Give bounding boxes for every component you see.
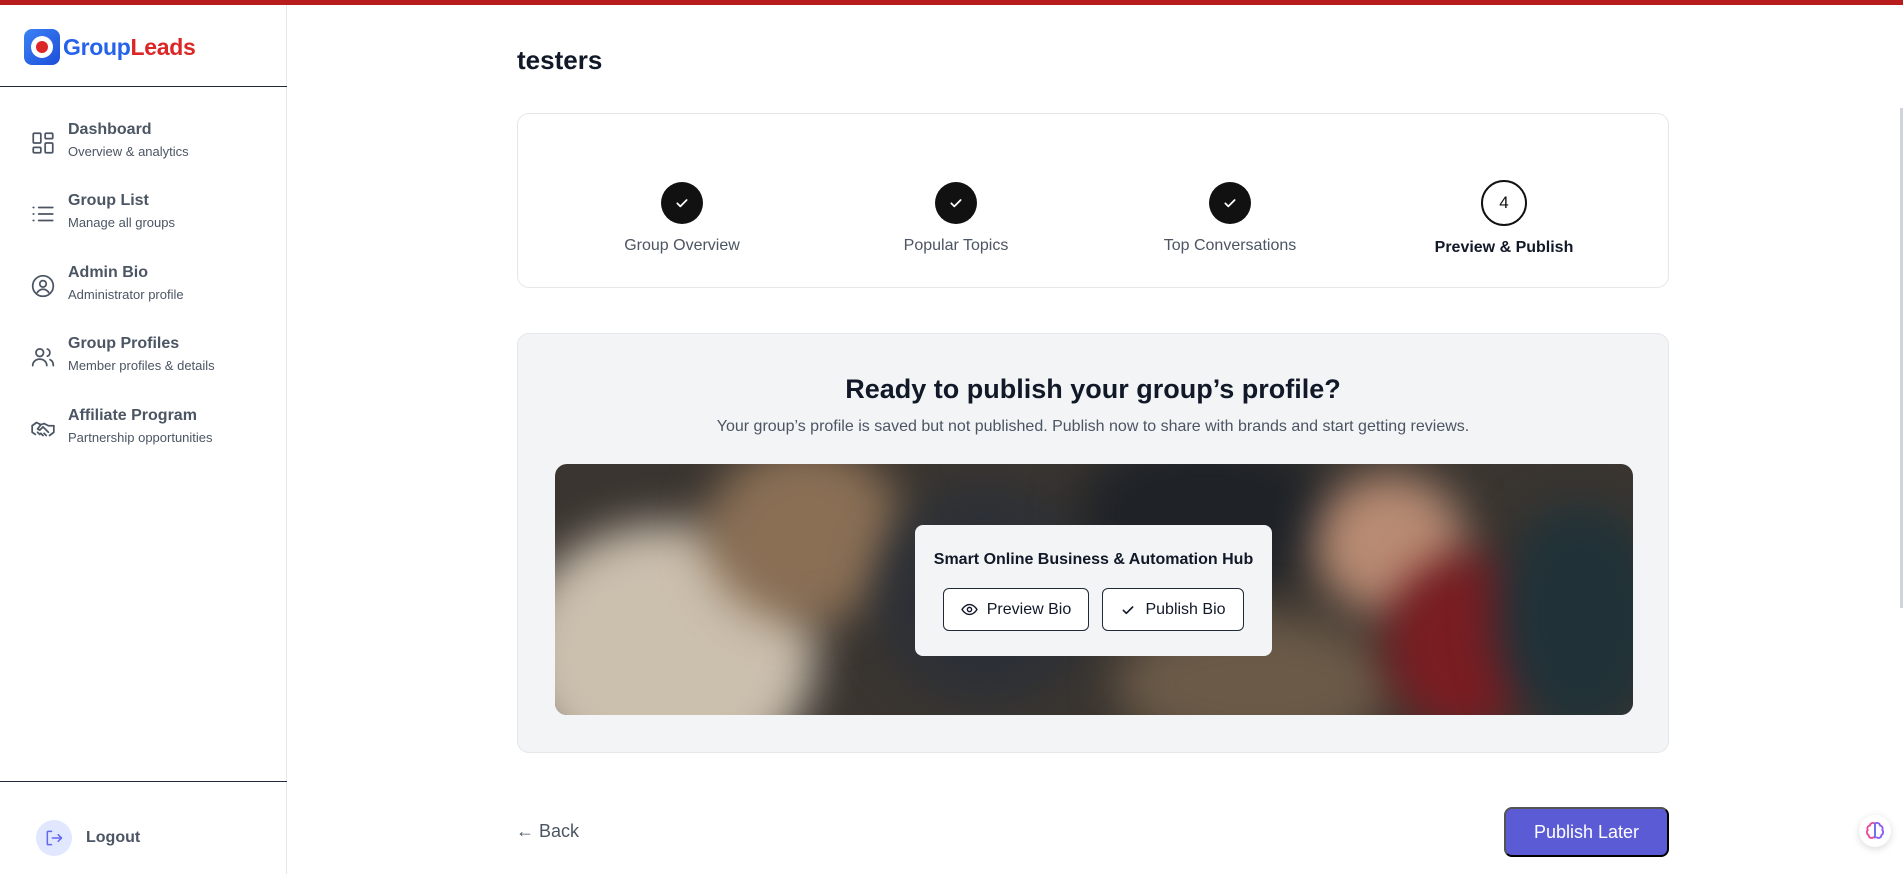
eye-icon [960, 603, 978, 616]
step-top-conversations[interactable]: Top Conversations [1115, 182, 1345, 255]
app-logo[interactable]: GroupLeads [24, 27, 196, 67]
users-icon [31, 348, 55, 367]
sidebar-item-subtitle: Overview & analytics [68, 144, 189, 159]
step-label: Group Overview [624, 237, 740, 254]
sidebar-item-dashboard[interactable]: Dashboard Overview & analytics [30, 120, 270, 172]
logo-text-part2: Leads [130, 33, 196, 60]
publish-heading: Ready to publish your group’s profile? [845, 374, 1341, 404]
sidebar: GroupLeads Dashboard Overview & analytic… [0, 5, 287, 874]
sidebar-item-group-profiles[interactable]: Group Profiles Member profiles & details [30, 334, 270, 386]
publish-description: Your group’s profile is saved but not pu… [716, 418, 1470, 435]
sidebar-item-group-list[interactable]: Group List Manage all groups [30, 191, 270, 243]
group-name: Smart Online Business & Automation Hub [933, 551, 1254, 568]
sidebar-item-title: Group List [68, 192, 149, 209]
brain-icon [1865, 822, 1885, 839]
logout-icon [36, 820, 72, 856]
preview-bio-button[interactable]: Preview Bio [943, 588, 1089, 631]
handshake-icon [31, 421, 55, 437]
logo-icon [24, 29, 60, 65]
publish-bio-label: Publish Bio [1145, 600, 1226, 618]
assistant-button[interactable] [1859, 815, 1891, 847]
step-complete-indicator [1209, 182, 1251, 224]
check-icon [1123, 605, 1134, 614]
step-label: Popular Topics [903, 237, 1009, 254]
sidebar-divider-bottom [0, 781, 287, 782]
list-icon [32, 206, 54, 222]
sidebar-item-title: Affiliate Program [68, 407, 197, 424]
check-icon [676, 199, 688, 208]
progress-stepper: Group Overview Popular Topics Top Conver… [517, 113, 1669, 288]
grid-icon [32, 132, 54, 154]
publish-card: Ready to publish your group’s profile? Y… [517, 333, 1669, 753]
step-group-overview[interactable]: Group Overview [567, 182, 797, 255]
back-link[interactable]: ← Back [516, 821, 579, 842]
sidebar-item-admin-bio[interactable]: Admin Bio Administrator profile [30, 263, 270, 315]
step-label: Preview & Publish [1434, 239, 1574, 256]
logout-button[interactable]: Logout [36, 820, 140, 856]
sidebar-item-title: Dashboard [68, 121, 152, 138]
step-popular-topics[interactable]: Popular Topics [841, 182, 1071, 255]
sidebar-item-title: Admin Bio [68, 264, 148, 281]
logo-text: GroupLeads [63, 33, 196, 61]
publish-later-button[interactable]: Publish Later [1504, 807, 1669, 857]
step-complete-indicator [661, 182, 703, 224]
publish-bio-button[interactable]: Publish Bio [1102, 588, 1244, 631]
publish-panel: Smart Online Business & Automation Hub P… [915, 525, 1272, 656]
hero-background-image: Smart Online Business & Automation Hub P… [555, 464, 1633, 715]
step-number-indicator: 4 [1481, 180, 1527, 226]
logout-label: Logout [86, 829, 141, 846]
step-label: Top Conversations [1163, 237, 1297, 254]
page-title: testers [517, 45, 603, 75]
sidebar-divider-top [0, 86, 287, 87]
step-preview-publish[interactable]: 4 Preview & Publish [1389, 180, 1619, 257]
sidebar-item-subtitle: Administrator profile [68, 287, 184, 302]
check-icon [1224, 199, 1236, 208]
check-icon [950, 199, 962, 208]
sidebar-item-affiliate-program[interactable]: Affiliate Program Partnership opportunit… [30, 406, 270, 458]
sidebar-item-title: Group Profiles [68, 335, 180, 352]
sidebar-item-subtitle: Manage all groups [68, 215, 175, 230]
logo-text-part1: Group [63, 33, 131, 60]
sidebar-item-subtitle: Member profiles & details [68, 358, 215, 373]
user-circle-icon [31, 274, 55, 298]
preview-bio-label: Preview Bio [986, 600, 1072, 618]
step-complete-indicator [935, 182, 977, 224]
sidebar-item-subtitle: Partnership opportunities [68, 430, 213, 445]
